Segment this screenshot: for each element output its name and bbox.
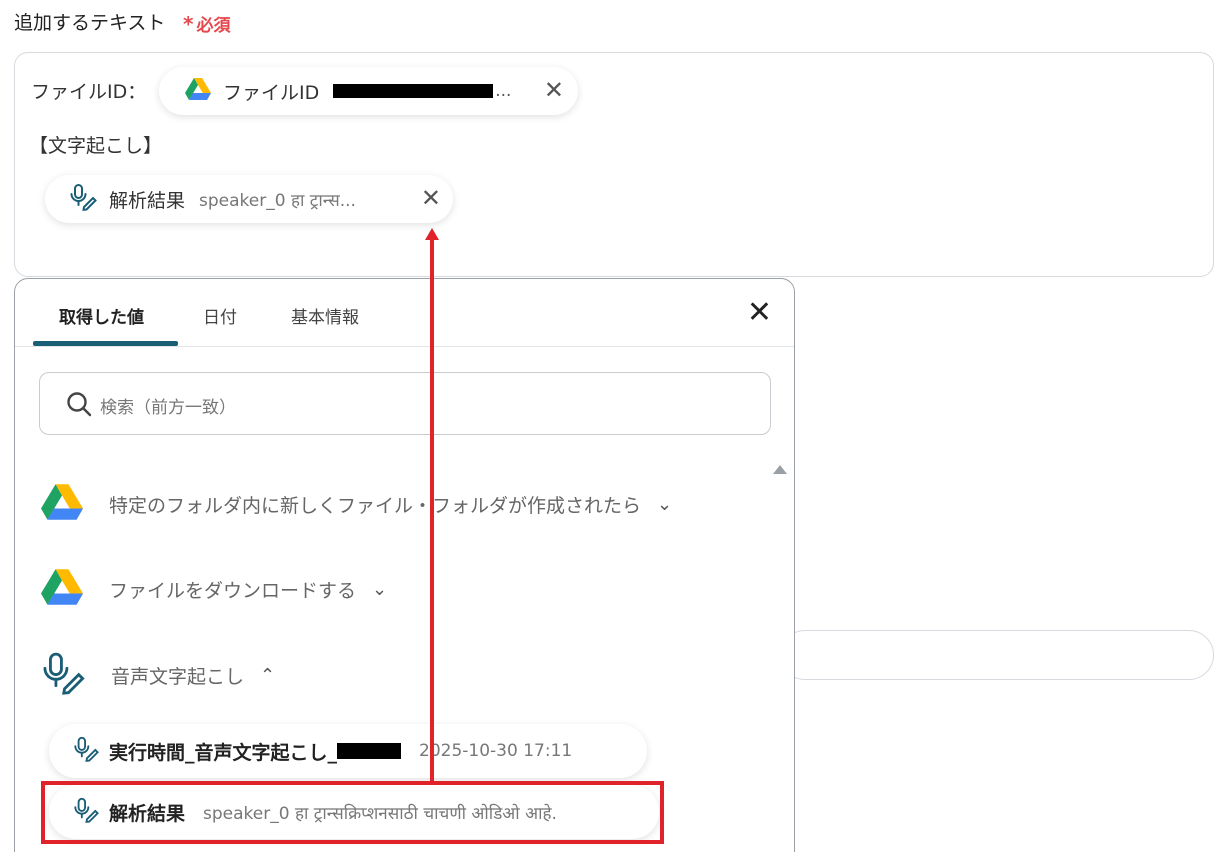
required-star: * <box>183 12 194 36</box>
background-input[interactable] <box>780 630 1214 680</box>
close-icon[interactable]: ✕ <box>421 184 441 212</box>
mic-pen-icon <box>41 651 85 699</box>
google-drive-icon <box>41 569 83 609</box>
file-id-variable-pill[interactable]: ファイルID ... ✕ <box>159 67 578 115</box>
close-icon[interactable]: ✕ <box>544 76 564 104</box>
google-drive-icon <box>41 484 83 524</box>
annotation-arrow-head <box>425 228 439 240</box>
annotation-arrow-line <box>430 238 434 781</box>
result-variable-pill[interactable]: 解析結果 speaker_0 हा ट्रान्स... ✕ <box>45 175 453 223</box>
result-pill-label: 解析結果 <box>109 189 186 212</box>
tab-basic-info[interactable]: 基本情報 <box>291 303 359 328</box>
close-icon[interactable]: ✕ <box>747 295 772 330</box>
tab-bar: 取得した値 日付 基本情報 <box>15 279 794 347</box>
group-name: 特定のフォルダ内に新しくファイル・フォルダが作成されたら <box>109 494 642 517</box>
active-tab-indicator <box>33 341 178 346</box>
tab-acquired-values[interactable]: 取得した値 <box>59 303 144 328</box>
result-pill-value: speaker_0 हा ट्रान्स... <box>199 190 356 211</box>
editor-text-transcription: 【文字起こし】 <box>29 135 163 157</box>
text-editor[interactable]: ファイルID： ファイルID ... ✕ 【文字起こし】 解析結果 speake… <box>14 52 1214 277</box>
item-value: 2025-10-30 17:11 <box>419 741 573 761</box>
annotation-highlight-box <box>41 781 664 844</box>
search-icon <box>66 391 92 421</box>
group-drive-trigger[interactable]: 特定のフォルダ内に新しくファイル・フォルダが作成されたら ⌄ <box>41 484 672 524</box>
group-name: ファイルをダウンロードする <box>109 579 357 602</box>
scroll-up-arrow[interactable] <box>773 465 787 474</box>
search-placeholder: 検索（前方一致） <box>100 398 236 418</box>
field-label: 追加するテキスト <box>14 12 166 34</box>
required-text: 必須 <box>196 16 231 36</box>
redacted-block <box>337 743 402 759</box>
mic-pen-icon <box>69 183 97 215</box>
tab-date[interactable]: 日付 <box>203 303 237 328</box>
chevron-down-icon[interactable]: ⌄ <box>657 494 672 515</box>
required-badge: * 必須 <box>183 11 230 36</box>
group-transcription[interactable]: 音声文字起こし ⌃ <box>41 651 275 699</box>
chevron-up-icon[interactable]: ⌃ <box>260 665 275 686</box>
value-picker-panel: 取得した値 日付 基本情報 ✕ 検索（前方一致） 特定のフォルダ内に新しくファイ… <box>14 278 795 852</box>
mic-pen-icon <box>73 736 99 766</box>
list-item-execution-time[interactable]: 実行時間_音声文字起こし_ 2025-10-30 17:11 <box>49 724 647 778</box>
group-download-file[interactable]: ファイルをダウンロードする ⌄ <box>41 569 387 609</box>
google-drive-icon <box>185 78 211 104</box>
editor-text-file-id: ファイルID： <box>31 81 147 103</box>
file-id-pill-label: ファイルID <box>223 81 320 104</box>
item-label: 実行時間_音声文字起こし_ <box>109 741 338 764</box>
file-id-pill-ellipsis: ... <box>495 81 512 101</box>
search-input[interactable]: 検索（前方一致） <box>39 372 771 435</box>
redacted-block <box>333 84 494 98</box>
group-name: 音声文字起こし <box>111 665 245 688</box>
chevron-down-icon[interactable]: ⌄ <box>372 579 387 600</box>
